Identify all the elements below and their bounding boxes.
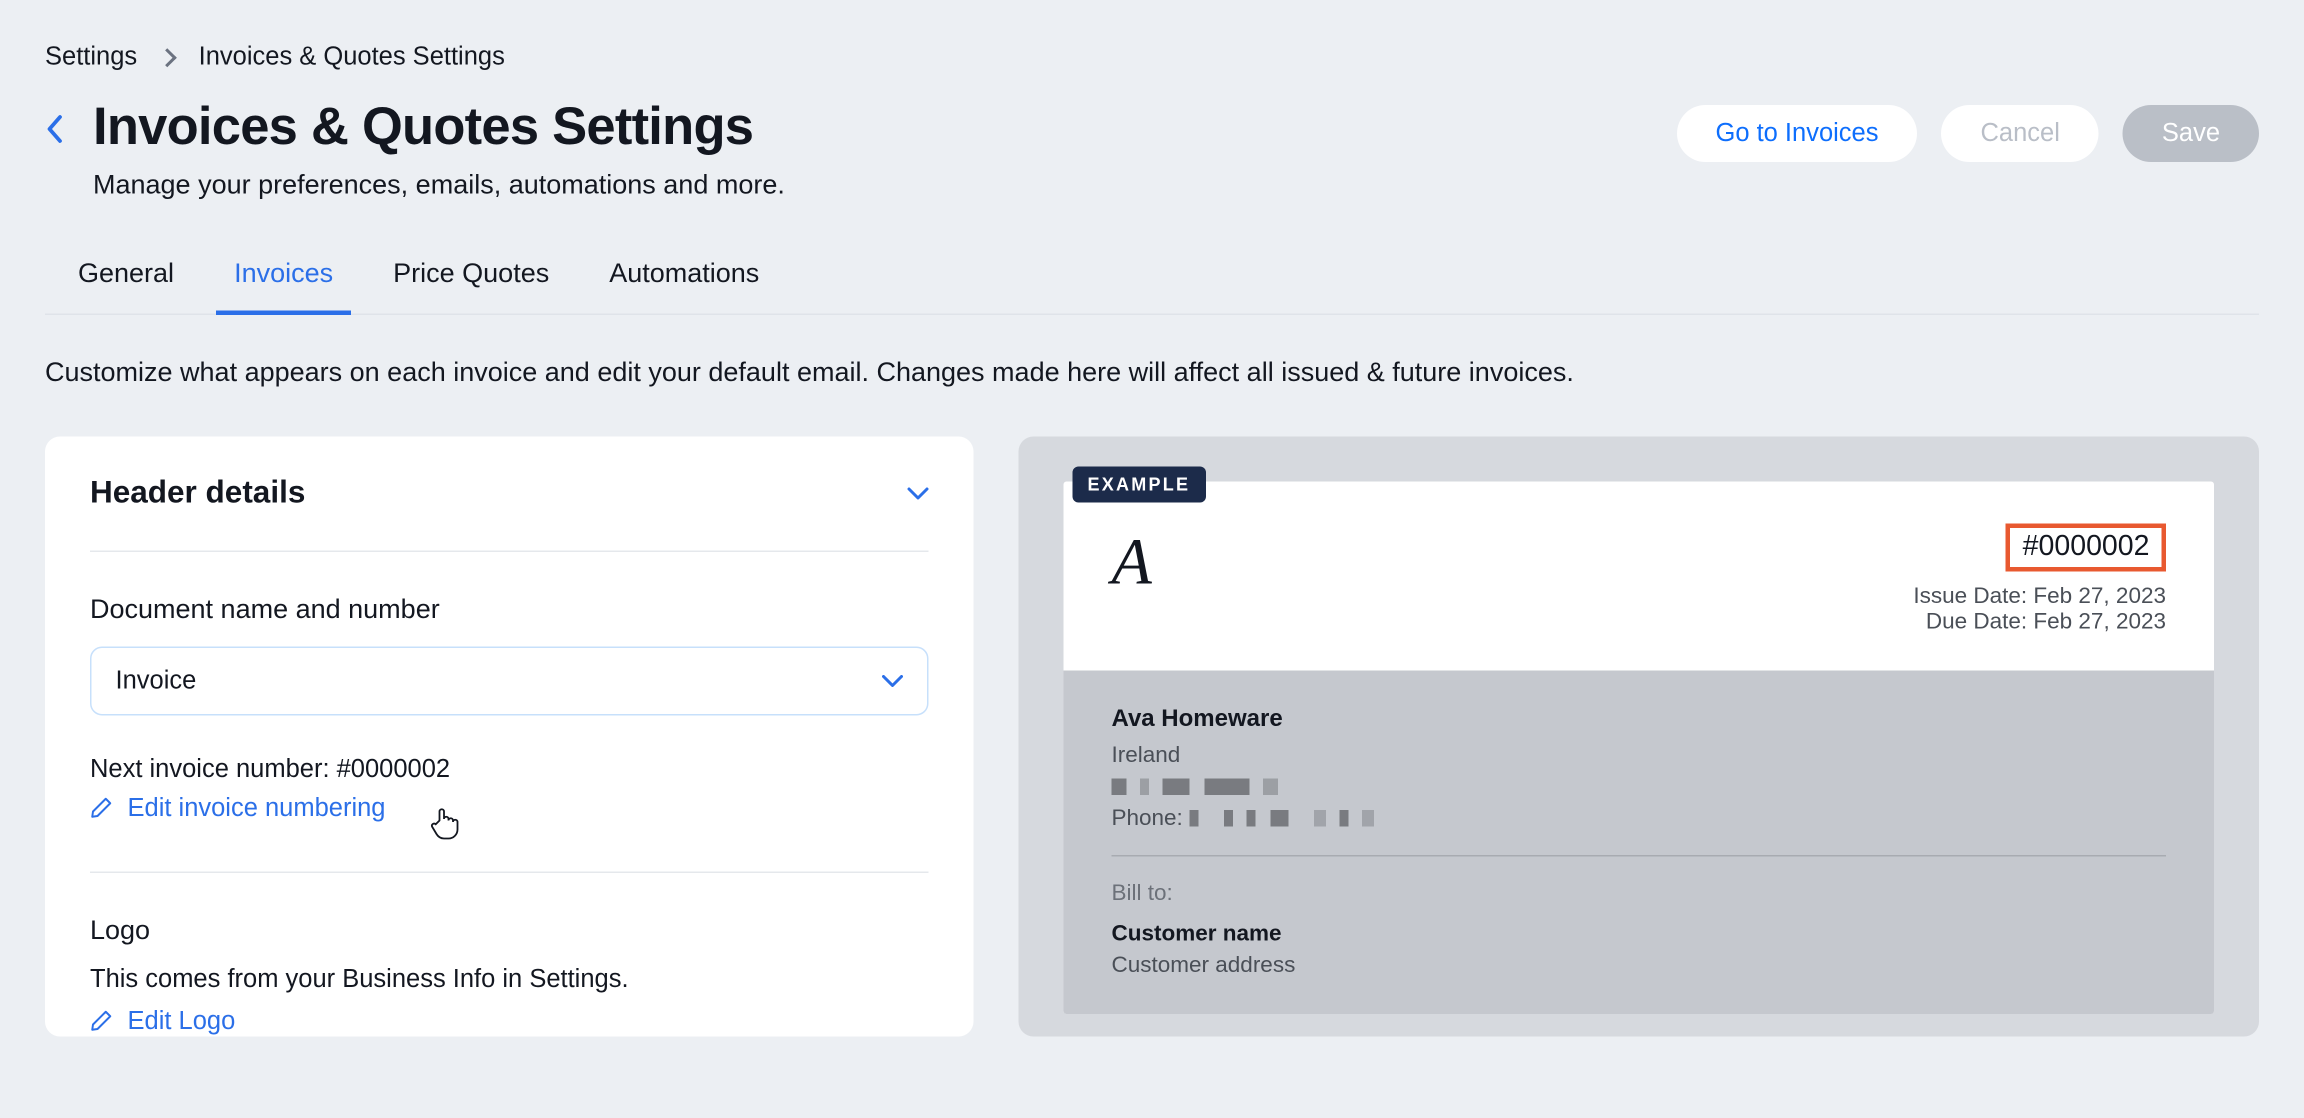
edit-logo-link[interactable]: Edit Logo [90, 1006, 929, 1036]
breadcrumb-root[interactable]: Settings [45, 42, 137, 72]
business-email-redacted [1112, 773, 2167, 799]
document-type-select[interactable]: Invoice [90, 646, 929, 715]
next-invoice-number: Next invoice number: #0000002 [90, 754, 929, 784]
cursor-hand-icon [429, 805, 462, 841]
breadcrumb: Settings Invoices & Quotes Settings [45, 42, 2259, 72]
header-details-card: Header details Document name and number … [45, 436, 974, 1036]
tab-description: Customize what appears on each invoice a… [45, 356, 2259, 388]
tab-general[interactable]: General [78, 230, 174, 313]
logo-section-title: Logo [90, 914, 929, 946]
back-button[interactable] [45, 99, 63, 144]
business-name: Ava Homeware [1112, 706, 2167, 733]
business-country: Ireland [1112, 742, 2167, 768]
chevron-down-icon [908, 487, 929, 499]
due-date: Due Date: Feb 27, 2023 [1913, 608, 2166, 634]
invoice-number-highlight: #0000002 [2006, 523, 2166, 571]
save-button[interactable]: Save [2123, 105, 2259, 162]
settings-tabs: General Invoices Price Quotes Automation… [45, 230, 2259, 314]
pencil-icon [90, 797, 113, 820]
tab-price-quotes[interactable]: Price Quotes [393, 230, 549, 313]
invoice-preview: EXAMPLE A #0000002 Issue Date: Feb 27, 2… [1019, 436, 2260, 1036]
go-to-invoices-button[interactable]: Go to Invoices [1676, 105, 1917, 162]
pencil-icon [90, 1010, 113, 1033]
chevron-down-icon [882, 674, 903, 686]
page-subtitle: Manage your preferences, emails, automat… [93, 169, 785, 201]
document-name-label: Document name and number [90, 593, 929, 625]
breadcrumb-current: Invoices & Quotes Settings [199, 42, 505, 72]
customer-name: Customer name [1112, 920, 2167, 946]
edit-invoice-numbering-link[interactable]: Edit invoice numbering [90, 793, 929, 823]
invoice-paper: A #0000002 Issue Date: Feb 27, 2023 Due … [1064, 481, 2215, 1014]
tab-automations[interactable]: Automations [609, 230, 759, 313]
cancel-button[interactable]: Cancel [1941, 105, 2098, 162]
tab-invoices[interactable]: Invoices [234, 230, 333, 313]
document-type-value: Invoice [116, 665, 197, 695]
card-title: Header details [90, 475, 305, 511]
issue-date: Issue Date: Feb 27, 2023 [1913, 583, 2166, 609]
bill-to-label: Bill to: [1112, 880, 2167, 906]
logo-section-desc: This comes from your Business Info in Se… [90, 964, 929, 994]
example-badge: EXAMPLE [1073, 466, 1206, 502]
card-header[interactable]: Header details [90, 475, 929, 552]
page-title: Invoices & Quotes Settings [93, 99, 785, 157]
business-phone: Phone: [1112, 805, 2167, 831]
customer-address: Customer address [1112, 952, 2167, 978]
chevron-left-icon [45, 114, 63, 144]
chevron-right-icon [158, 47, 177, 66]
business-logo: A [1112, 523, 1152, 634]
